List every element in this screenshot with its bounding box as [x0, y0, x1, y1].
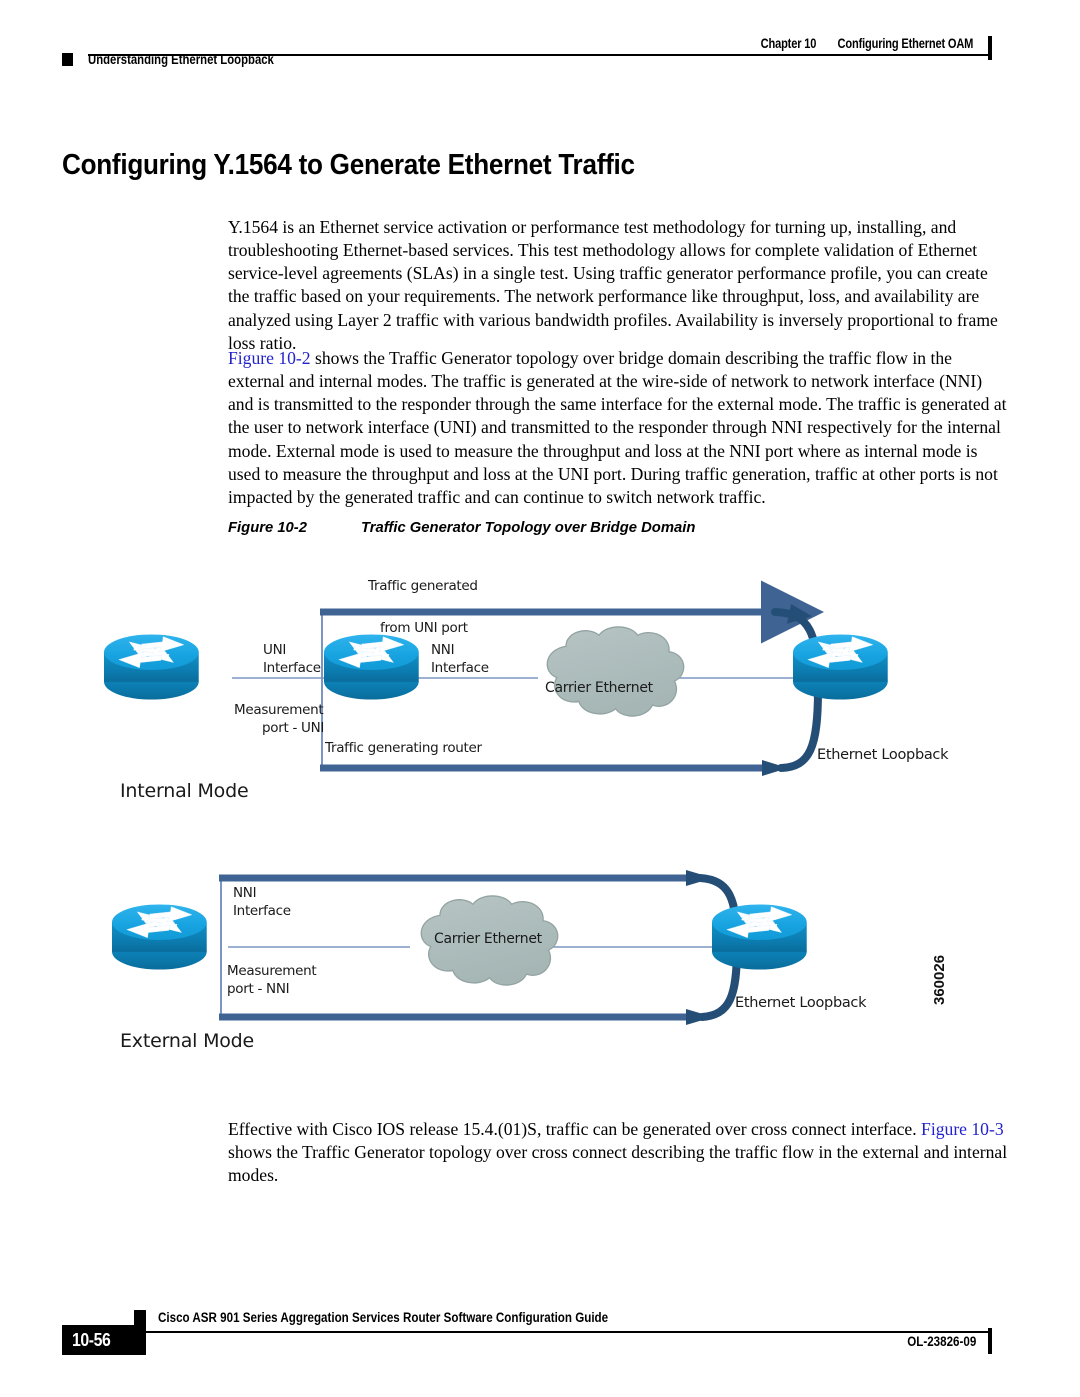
label-nni-interface-line2: Interface — [431, 660, 489, 676]
footer-page-number: 10-56 — [72, 1330, 111, 1350]
label-measurement-uni-line1: Measurement — [234, 702, 324, 718]
header-chapter: Chapter 10 Configuring Ethernet OAM — [760, 36, 973, 51]
label-internal-mode: Internal Mode — [120, 780, 249, 802]
label-carrier-ethernet-internal: Carrier Ethernet — [545, 680, 653, 696]
figure-caption-text: Traffic Generator Topology over Bridge D… — [361, 520, 696, 536]
cloud-icon-carrier-ethernet-internal — [546, 626, 685, 717]
label-ethernet-loopback-external: Ethernet Loopback — [735, 995, 867, 1011]
header-chapter-number: Chapter 10 — [760, 36, 817, 51]
paragraph-intro: Y.1564 is an Ethernet service activation… — [228, 216, 998, 354]
header-section-title: Understanding Ethernet Loopback — [88, 52, 274, 67]
footer-guide-title: Cisco ASR 901 Series Aggregation Service… — [158, 1310, 609, 1325]
router-icon-nni-left — [111, 904, 207, 970]
router-icon-traffic-generator — [323, 634, 419, 700]
label-external-nni-interface-line1: NNI — [233, 885, 257, 901]
figure-caption-label: Figure 10-2 — [228, 520, 307, 536]
footer-doc-id: OL-23826-09 — [906, 1334, 976, 1349]
label-from-uni-port: from UNI port — [380, 620, 468, 636]
label-traffic-generated: Traffic generated — [368, 578, 478, 594]
footer-rule — [90, 1331, 988, 1333]
label-external-nni-interface-line2: Interface — [233, 903, 291, 919]
paragraph-3-body: shows the Traffic Generator topology ove… — [228, 1141, 1008, 1186]
page-header: Chapter 10 Configuring Ethernet OAM Under… — [0, 0, 1080, 100]
label-external-mode: External Mode — [120, 1030, 255, 1052]
label-carrier-ethernet-external: Carrier Ethernet — [434, 931, 542, 947]
paragraph-figure-10-3-description: Effective with Cisco IOS release 15.4.(0… — [228, 1118, 1010, 1188]
page-footer — [0, 1290, 1080, 1370]
label-traffic-generating-router: Traffic generating router — [325, 740, 482, 756]
figure-art-number: 360026 — [931, 954, 948, 1005]
label-ethernet-loopback-internal: Ethernet Loopback — [817, 747, 949, 763]
label-measurement-nni-line1: Measurement — [227, 963, 317, 979]
figure-artwork: Traffic generated from UNI port UNI Inte… — [0, 555, 1000, 1075]
router-icon-loopback-internal — [792, 634, 888, 700]
label-measurement-uni-line2: port - UNI — [262, 720, 325, 736]
label-measurement-nni-line2: port - NNI — [227, 981, 290, 997]
page-title: Configuring Y.1564 to Generate Ethernet … — [62, 149, 635, 182]
header-bullet-square-icon — [62, 53, 73, 66]
label-nni-interface-line1: NNI — [431, 642, 455, 658]
cross-reference-figure-10-2[interactable]: Figure 10-2 — [228, 348, 311, 368]
footer-end-bar — [988, 1328, 992, 1354]
paragraph-2-body: shows the Traffic Generator topology ove… — [228, 347, 1007, 508]
cross-reference-figure-10-3[interactable]: Figure 10-3 — [921, 1119, 1004, 1139]
paragraph-figure-10-2-description: Figure 10-2 shows the Traffic Generator … — [228, 347, 1010, 510]
label-uni-interface-line2: Interface — [263, 660, 321, 676]
figure-caption: Figure 10-2 Traffic Generator Topology ov… — [228, 520, 695, 536]
paragraph-3-lead: Effective with Cisco IOS release 15.4.(0… — [228, 1118, 922, 1139]
router-icon-uni-left — [103, 634, 199, 700]
router-icon-loopback-external — [711, 904, 807, 970]
header-end-bar — [988, 36, 992, 60]
header-chapter-title: Configuring Ethernet OAM — [837, 36, 973, 51]
label-uni-interface-line1: UNI — [263, 642, 287, 658]
